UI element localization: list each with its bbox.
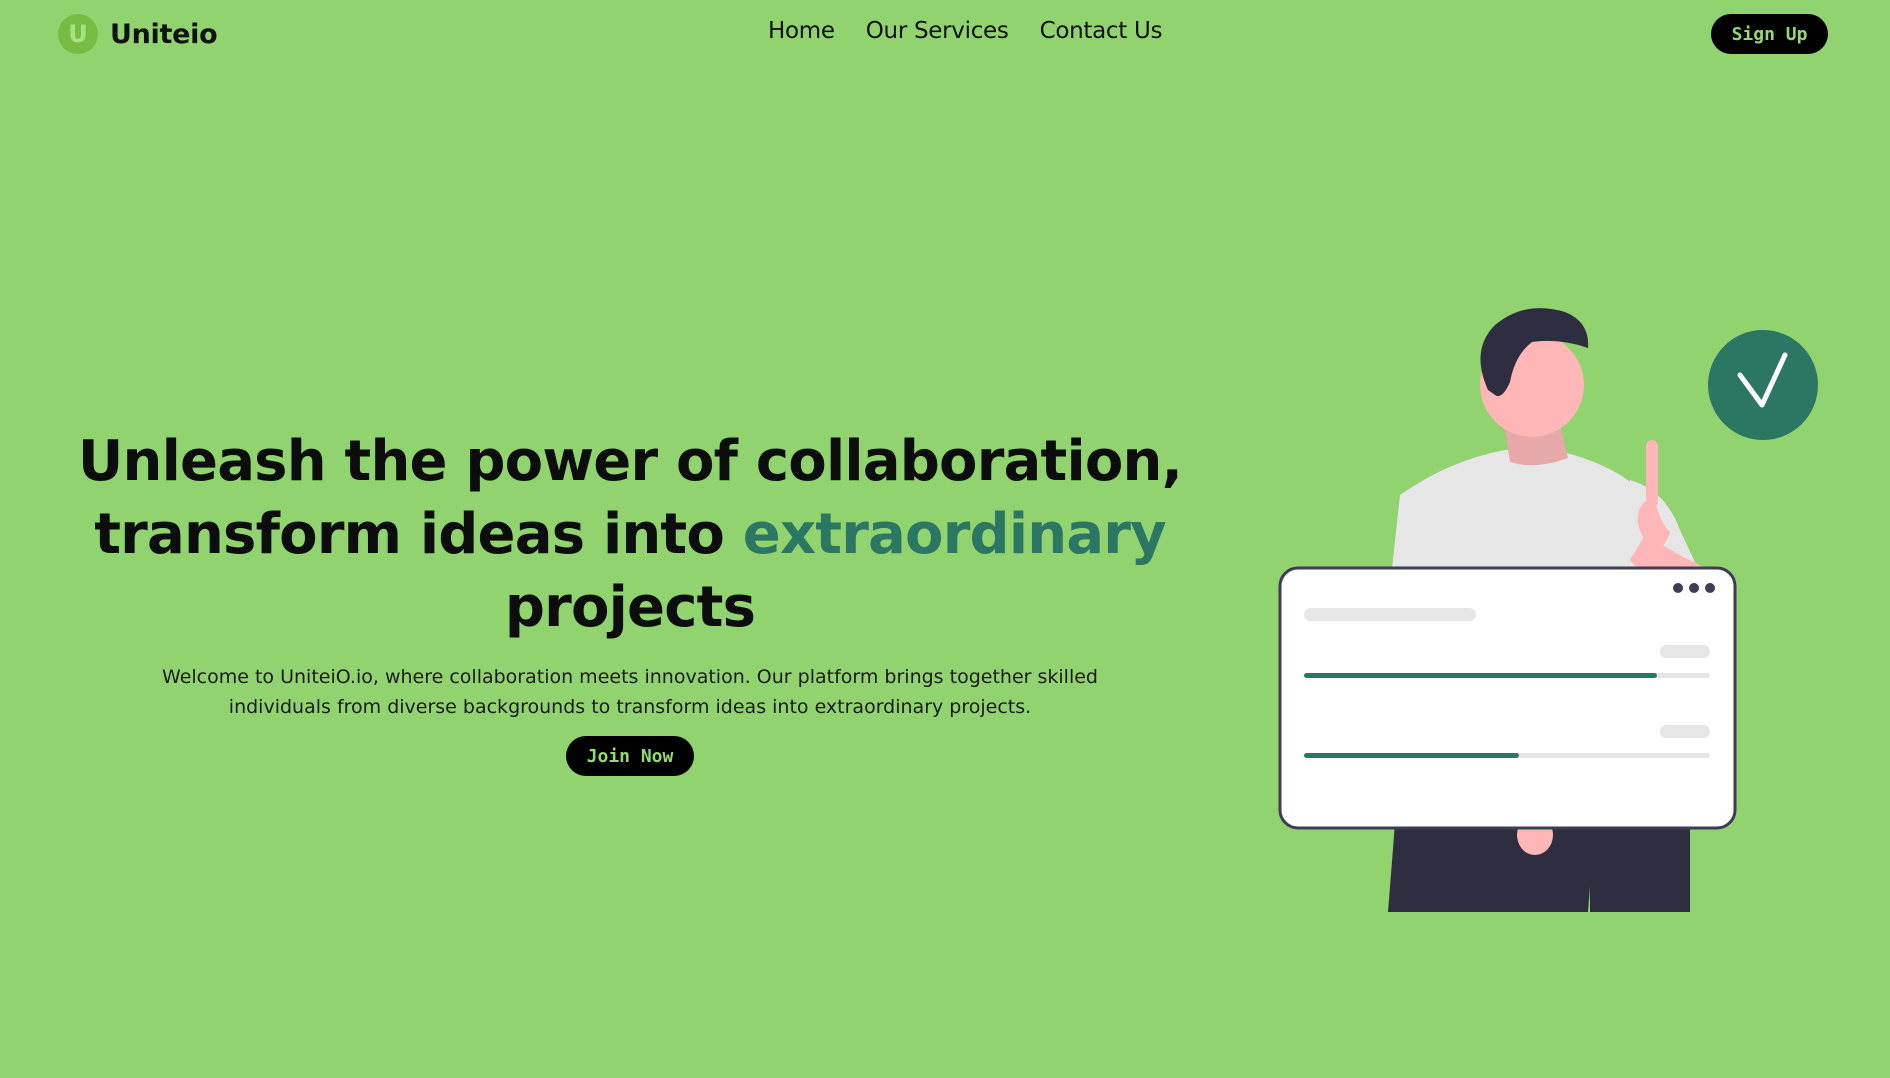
card-label-placeholder-1 bbox=[1660, 645, 1710, 658]
sign-up-button[interactable]: Sign Up bbox=[1711, 14, 1828, 54]
join-now-button[interactable]: Join Now bbox=[566, 736, 694, 776]
check-circle bbox=[1708, 330, 1818, 440]
brand-logo: U bbox=[58, 14, 98, 54]
progress-card bbox=[1278, 566, 1737, 830]
brand-name: Uniteio bbox=[110, 18, 218, 50]
person-illustration bbox=[1278, 308, 1818, 912]
hero-title-accent: extraordinary bbox=[742, 502, 1167, 567]
nav-links: Home Our Services Contact Us bbox=[768, 18, 1163, 44]
card-title-placeholder bbox=[1304, 608, 1476, 621]
hero-description: Welcome to UniteiO.io, where collaborati… bbox=[162, 666, 1098, 718]
hero-illustration bbox=[1270, 300, 1870, 920]
brand[interactable]: U Uniteio bbox=[58, 14, 218, 54]
thumb bbox=[1646, 440, 1658, 508]
top-navbar: U Uniteio Home Our Services Contact Us S… bbox=[0, 0, 1890, 70]
nav-link-our-services[interactable]: Our Services bbox=[866, 18, 1009, 44]
progress-fill-1 bbox=[1304, 673, 1657, 678]
nav-link-contact-us[interactable]: Contact Us bbox=[1040, 18, 1163, 44]
hero-title-part2: projects bbox=[504, 575, 756, 640]
nav-link-home[interactable]: Home bbox=[768, 18, 835, 44]
hero-section: Unleash the power of collaboration, tran… bbox=[60, 425, 1200, 776]
progress-fill-2 bbox=[1304, 753, 1519, 758]
card-label-placeholder-2 bbox=[1660, 725, 1710, 738]
more-dots-icon bbox=[1673, 583, 1683, 593]
landing-page: U Uniteio Home Our Services Contact Us S… bbox=[0, 0, 1890, 1078]
hero-title: Unleash the power of collaboration, tran… bbox=[60, 425, 1200, 644]
